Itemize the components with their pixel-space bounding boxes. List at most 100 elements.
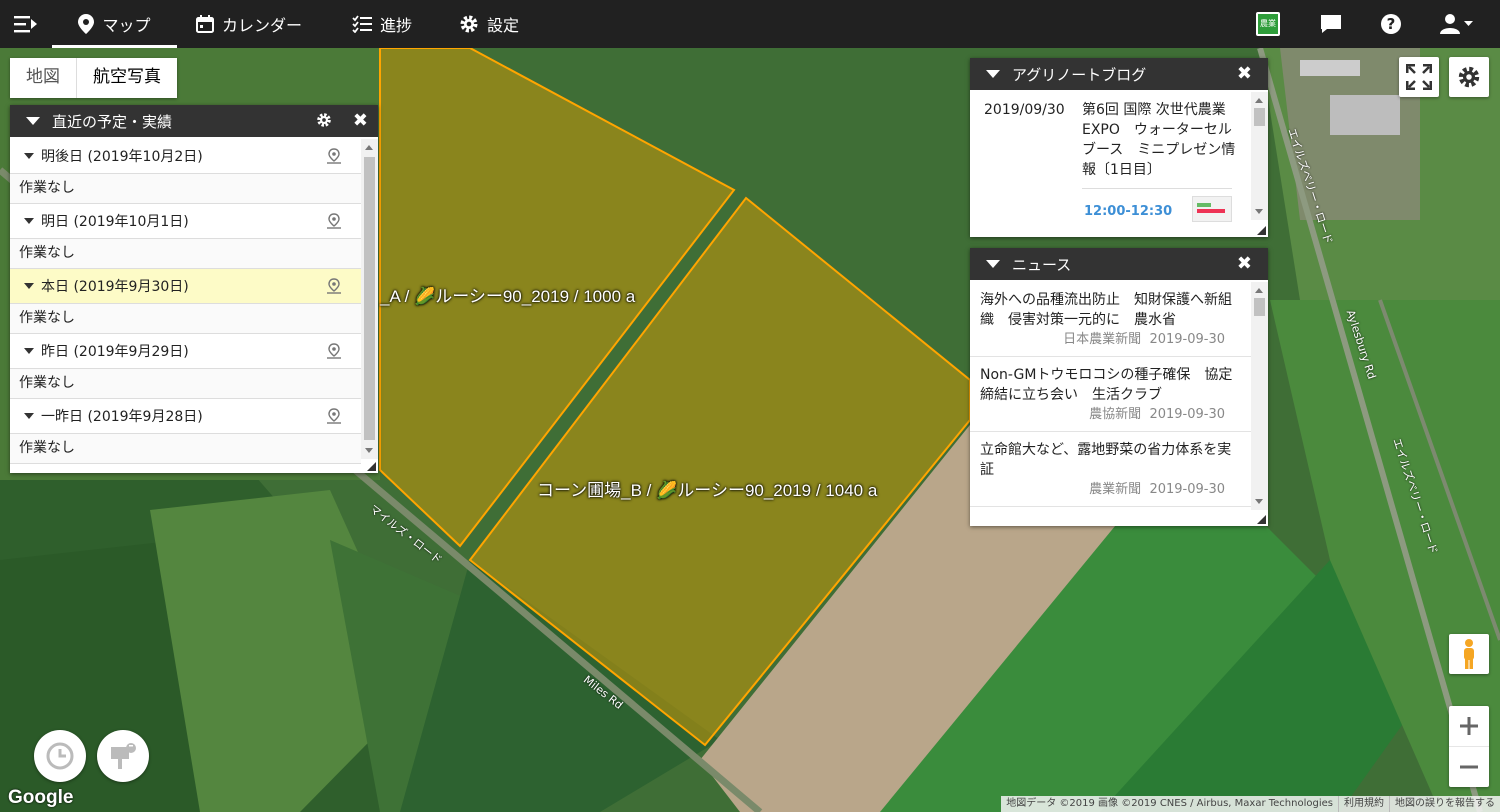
resize-handle-icon[interactable] (1257, 515, 1266, 524)
zoom-control (1449, 706, 1489, 787)
blog-thumbnail[interactable] (1192, 196, 1232, 222)
zoom-in-button[interactable] (1449, 706, 1489, 747)
news-panel-title: ニュース (1012, 255, 1072, 274)
map-pin-icon (78, 14, 95, 34)
messages-button[interactable] (1320, 0, 1342, 48)
news-scrollbar[interactable] (1251, 282, 1268, 510)
schedule-day-row[interactable]: 一昨日 (2019年9月28日) (10, 399, 361, 434)
close-icon[interactable]: ✖ (1237, 63, 1252, 84)
news-panel-header: ニュース ✖ (970, 248, 1268, 280)
scroll-down-icon[interactable] (1255, 499, 1263, 504)
news-item[interactable]: 立命館大など、露地野菜の省力体系を実証 農業新聞 2019-09-30 (970, 432, 1251, 507)
close-icon[interactable]: ✖ (353, 110, 368, 131)
scroll-thumb[interactable] (1254, 108, 1265, 126)
scroll-down-icon[interactable] (365, 448, 373, 453)
news-item[interactable]: 海外への品種流出防止 知財保護へ新組織 侵害対策一元的に 農水省 日本農業新聞 … (970, 282, 1251, 357)
menu-toggle-button[interactable] (14, 0, 38, 48)
news-date: 2019-09-30 (1149, 482, 1225, 497)
map-attribution: 地図データ ©2019 画像 ©2019 CNES / Airbus, Maxa… (1001, 796, 1500, 812)
zoom-out-button[interactable] (1449, 747, 1489, 787)
location-pin-icon[interactable] (327, 408, 341, 424)
schedule-day-row[interactable]: 昨日 (2019年9月29日) (10, 334, 361, 369)
location-pin-icon[interactable] (327, 148, 341, 164)
resize-handle-icon[interactable] (1257, 226, 1266, 235)
tab-settings[interactable]: 設定 (459, 0, 519, 48)
expand-icon (24, 348, 34, 354)
collapse-icon[interactable] (26, 117, 40, 125)
schedule-day-row-today[interactable]: 本日 (2019年9月30日) (10, 269, 361, 304)
location-pin-icon[interactable] (327, 278, 341, 294)
schedule-day-label: 明後日 (2019年10月2日) (41, 149, 203, 165)
map-settings-button[interactable] (1449, 57, 1489, 97)
scroll-up-icon[interactable] (1255, 288, 1263, 293)
street-view-button[interactable] (1449, 634, 1489, 674)
news-panel: ニュース ✖ 海外への品種流出防止 知財保護へ新組織 侵害対策一元的に 農水省 … (970, 248, 1268, 526)
location-pin-icon[interactable] (327, 343, 341, 359)
schedule-day-label: 明日 (2019年10月1日) (41, 214, 189, 230)
map-type-satellite-button[interactable]: 航空写真 (77, 58, 177, 98)
scroll-thumb[interactable] (1254, 298, 1265, 316)
blog-close-area: ✖ (1226, 58, 1268, 90)
schedule-panel: 直近の予定・実績 ✖ 明後日 (2019年10月2日) 作業なし 明日 (201… (10, 105, 378, 473)
schedule-empty-note: 作業なし (10, 239, 361, 269)
user-menu-button[interactable] (1440, 0, 1474, 48)
fullscreen-button[interactable] (1399, 57, 1439, 97)
news-date: 2019-09-30 (1149, 407, 1225, 422)
top-nav: マップ カレンダー 進捗 設定 農業 ? (0, 0, 1500, 48)
add-marker-button[interactable] (97, 730, 149, 782)
schedule-list: 明後日 (2019年10月2日) 作業なし 明日 (2019年10月1日) 作業… (10, 139, 361, 464)
news-source-line: 農協新聞 2019-09-30 (980, 405, 1241, 425)
panel-settings-icon[interactable] (316, 112, 332, 128)
news-headline: 立命館大など、露地野菜の省力体系を実証 (980, 442, 1232, 478)
terms-link[interactable]: 利用規約 (1338, 796, 1389, 812)
plus-icon (1460, 717, 1478, 735)
scroll-up-icon[interactable] (1255, 98, 1263, 103)
add-sign-icon (111, 743, 136, 769)
location-pin-icon[interactable] (327, 213, 341, 229)
pegman-icon (1464, 639, 1474, 669)
tab-settings-label: 設定 (487, 16, 520, 35)
schedule-scrollbar[interactable] (361, 139, 378, 459)
agri-app-button[interactable]: 農業 (1256, 0, 1280, 48)
schedule-panel-title: 直近の予定・実績 (52, 112, 173, 131)
map-type-toggle: 地図 航空写真 (10, 58, 177, 98)
blog-entry-date: 2019/09/30 (984, 102, 1065, 118)
tab-calendar[interactable]: カレンダー (196, 0, 302, 48)
chat-bubble-icon (1321, 15, 1341, 33)
close-icon[interactable]: ✖ (1237, 253, 1252, 274)
news-source: 農協新聞 (1089, 407, 1142, 422)
resize-handle-icon[interactable] (367, 462, 376, 471)
schedule-day-row[interactable]: 明後日 (2019年10月2日) (10, 139, 361, 174)
tab-progress[interactable]: 進捗 (352, 0, 412, 48)
help-button[interactable]: ? (1380, 0, 1402, 48)
map-type-map-button[interactable]: 地図 (10, 58, 77, 98)
blog-entry-title[interactable]: 第6回 国際 次世代農業EXPO ウォーターセルブース ミニプレゼン情報〔1日目… (1082, 100, 1240, 180)
schedule-empty-note: 作業なし (10, 369, 361, 399)
schedule-panel-header: 直近の予定・実績 ✖ (10, 105, 378, 137)
field-label-a[interactable]: _A / 🌽ルーシー90_2019 / 1000 a (380, 282, 635, 307)
schedule-day-label: 昨日 (2019年9月29日) (41, 344, 189, 360)
news-source-line: 農業新聞 2019-09-30 (980, 480, 1241, 500)
history-button[interactable] (34, 730, 86, 782)
tab-map[interactable]: マップ (52, 0, 177, 48)
expand-icon (24, 218, 34, 224)
blog-scrollbar[interactable] (1251, 92, 1268, 220)
schedule-day-row[interactable]: 明日 (2019年10月1日) (10, 204, 361, 239)
agri-app-icon: 農業 (1256, 12, 1280, 36)
collapse-icon[interactable] (986, 260, 1000, 268)
collapse-icon[interactable] (986, 70, 1000, 78)
field-label-b[interactable]: コーン圃場_B / 🌽ルーシー90_2019 / 1040 a (537, 476, 877, 501)
scroll-up-icon[interactable] (365, 145, 373, 150)
report-error-link[interactable]: 地図の誤りを報告する (1389, 796, 1500, 812)
news-list: 海外への品種流出防止 知財保護へ新組織 侵害対策一元的に 農水省 日本農業新聞 … (970, 282, 1251, 512)
schedule-day-label: 一昨日 (2019年9月28日) (41, 409, 203, 425)
news-headline: Non-GMトウモロコシの種子確保 協定締結に立ち会い 生活クラブ (980, 367, 1233, 403)
minus-icon (1460, 765, 1478, 769)
scroll-down-icon[interactable] (1255, 209, 1263, 214)
scroll-thumb[interactable] (364, 157, 375, 440)
schedule-day-label: 本日 (2019年9月30日) (41, 279, 189, 295)
user-icon (1440, 14, 1473, 34)
news-headline: 海外への品種流出防止 知財保護へ新組織 侵害対策一元的に 農水省 (980, 292, 1232, 328)
news-item[interactable]: Non-GMトウモロコシの種子確保 協定締結に立ち会い 生活クラブ 農協新聞 2… (970, 357, 1251, 432)
checklist-icon (352, 15, 372, 33)
